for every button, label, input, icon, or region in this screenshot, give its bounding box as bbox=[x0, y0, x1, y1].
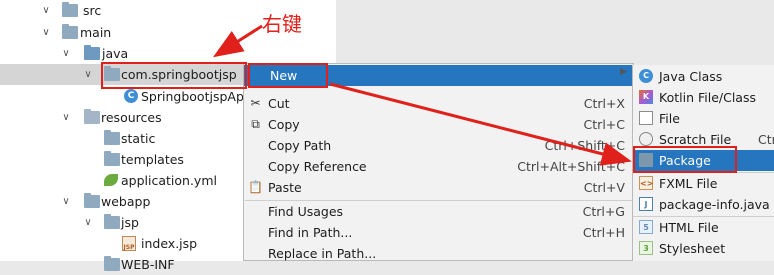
arrow-to-package bbox=[212, 24, 263, 58]
annotation-arrows bbox=[212, 24, 632, 166]
arrow-to-package-item bbox=[329, 82, 632, 166]
